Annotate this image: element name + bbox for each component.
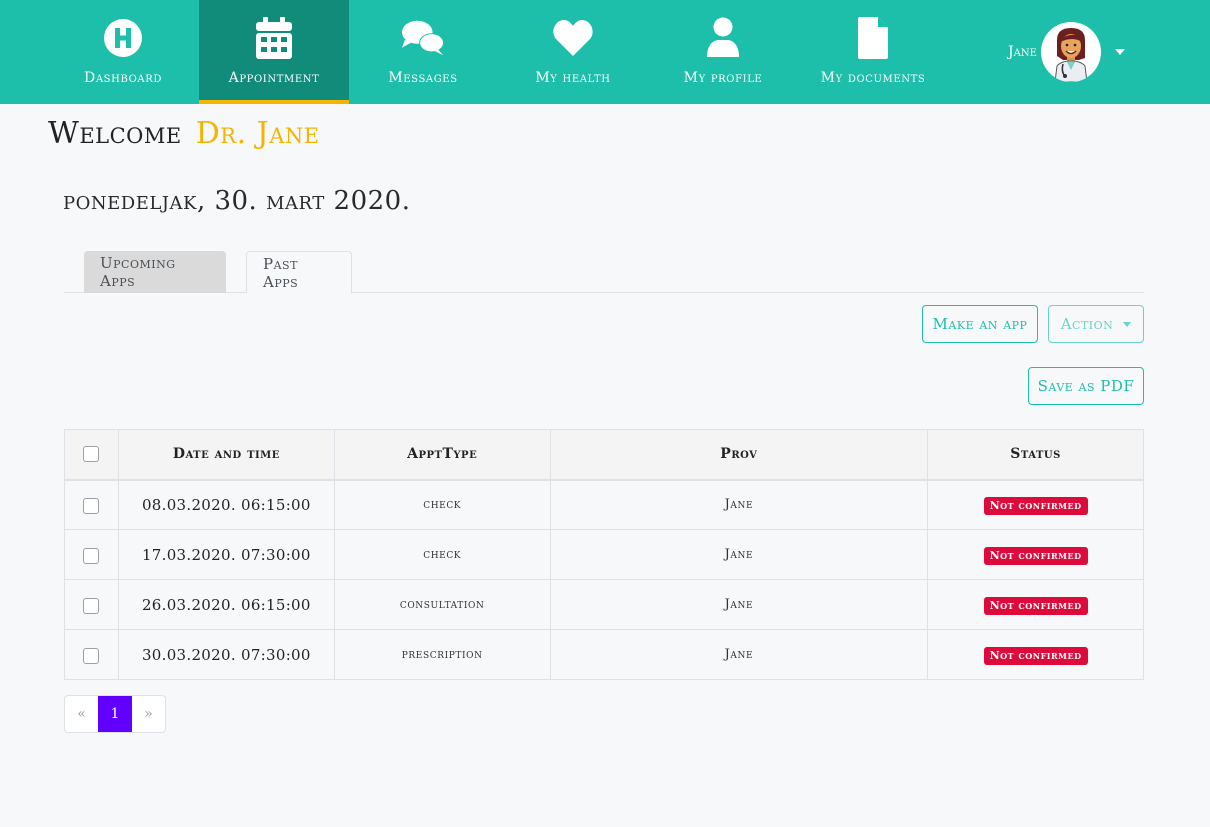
avatar bbox=[1040, 22, 1101, 82]
cell-prov: Jane bbox=[549, 529, 929, 580]
table-row[interactable]: 26.03.2020. 06:15:00 consultation Jane N… bbox=[64, 579, 1144, 630]
current-date: ponedeljak, 30. mart 2020. bbox=[63, 186, 411, 216]
pagination: « 1 » bbox=[64, 695, 166, 733]
cell-status: Not confirmed bbox=[927, 529, 1144, 580]
row-select-cell bbox=[64, 579, 119, 630]
table-row[interactable]: 08.03.2020. 06:15:00 check Jane Not conf… bbox=[64, 479, 1144, 530]
user-name: Jane bbox=[1008, 44, 1037, 60]
nav-label: Messages bbox=[388, 70, 458, 86]
appointment-tabs: Upcoming Apps Past Apps bbox=[64, 251, 1144, 294]
cell-type: consultation bbox=[333, 579, 551, 630]
table-header-row: Date and time ApptType Prov Status bbox=[64, 429, 1144, 481]
row-checkbox[interactable] bbox=[83, 547, 100, 564]
welcome-heading: Welcome Dr. Jane bbox=[48, 116, 320, 151]
nav-item-dashboard[interactable]: Dashboard bbox=[48, 0, 198, 104]
cell-type: check bbox=[333, 479, 551, 530]
status-badge: Not confirmed bbox=[983, 597, 1088, 615]
select-all-cell bbox=[64, 429, 119, 481]
table-row[interactable]: 30.03.2020. 07:30:00 prescription Jane N… bbox=[64, 629, 1144, 680]
nav-label: Dashboard bbox=[84, 70, 162, 86]
status-badge: Not confirmed bbox=[983, 497, 1088, 516]
status-badge: Not confirmed bbox=[983, 547, 1088, 565]
chevron-down-icon[interactable] bbox=[1114, 49, 1125, 55]
cell-status: Not confirmed bbox=[927, 629, 1144, 680]
column-header-status[interactable]: Status bbox=[927, 429, 1144, 481]
save-pdf-button[interactable]: Save as PDF bbox=[1028, 367, 1144, 405]
table-row[interactable]: 17.03.2020. 07:30:00 check Jane Not conf… bbox=[64, 529, 1144, 580]
nav-label: My profile bbox=[683, 70, 763, 86]
top-navbar: Dashboard Appointment Messages My health… bbox=[0, 0, 1210, 104]
cell-type: check bbox=[333, 529, 551, 580]
cell-status: Not confirmed bbox=[927, 579, 1144, 630]
calendar-icon bbox=[252, 16, 296, 60]
column-header-date[interactable]: Date and time bbox=[117, 429, 335, 481]
nav-label: My documents bbox=[820, 70, 926, 86]
heart-icon bbox=[551, 16, 595, 60]
nav-item-appointment[interactable]: Appointment bbox=[199, 0, 349, 104]
pagination-prev[interactable]: « bbox=[65, 696, 98, 732]
appointments-table: Date and time ApptType Prov Status 08.03… bbox=[64, 429, 1144, 680]
column-header-prov[interactable]: Prov bbox=[549, 429, 929, 481]
row-checkbox[interactable] bbox=[83, 597, 100, 614]
tab-past-apps[interactable]: Past Apps bbox=[246, 251, 352, 294]
cell-prov: Jane bbox=[549, 629, 929, 680]
cell-prov: Jane bbox=[549, 579, 929, 630]
row-checkbox[interactable] bbox=[83, 497, 100, 514]
pagination-page-1[interactable]: 1 bbox=[98, 696, 132, 732]
row-select-cell bbox=[64, 629, 119, 680]
cell-datetime: 30.03.2020. 07:30:00 bbox=[117, 629, 335, 680]
chat-bubbles-icon bbox=[401, 16, 445, 60]
welcome-text: Welcome bbox=[48, 116, 182, 151]
select-all-checkbox[interactable] bbox=[83, 446, 100, 463]
nav-item-my-documents[interactable]: My documents bbox=[798, 0, 948, 104]
doctor-name: Dr. Jane bbox=[195, 116, 320, 151]
cell-type: prescription bbox=[333, 629, 551, 680]
status-badge: Not confirmed bbox=[983, 647, 1088, 665]
make-app-button[interactable]: Make an app bbox=[922, 305, 1038, 343]
user-icon bbox=[701, 16, 745, 60]
nav-label: My health bbox=[535, 70, 611, 86]
row-checkbox[interactable] bbox=[83, 647, 100, 664]
document-icon bbox=[851, 16, 895, 60]
cell-datetime: 26.03.2020. 06:15:00 bbox=[117, 579, 335, 630]
hospital-icon bbox=[101, 16, 145, 60]
action-label: Action bbox=[1060, 315, 1114, 333]
nav-label: Appointment bbox=[228, 70, 320, 86]
chevron-down-icon bbox=[1123, 321, 1132, 327]
cell-datetime: 08.03.2020. 06:15:00 bbox=[117, 479, 335, 530]
cell-datetime: 17.03.2020. 07:30:00 bbox=[117, 529, 335, 580]
nav-item-messages[interactable]: Messages bbox=[348, 0, 498, 104]
nav-item-my-profile[interactable]: My profile bbox=[648, 0, 798, 104]
cell-prov: Jane bbox=[549, 479, 929, 530]
pagination-next[interactable]: » bbox=[132, 696, 165, 732]
action-dropdown-button[interactable]: Action bbox=[1048, 305, 1144, 343]
cell-status: Not confirmed bbox=[927, 479, 1144, 530]
user-menu[interactable]: Jane bbox=[1000, 20, 1125, 84]
tab-upcoming-apps[interactable]: Upcoming Apps bbox=[84, 251, 226, 293]
row-select-cell bbox=[64, 479, 119, 530]
nav-item-my-health[interactable]: My health bbox=[498, 0, 648, 104]
row-select-cell bbox=[64, 529, 119, 580]
column-header-type[interactable]: ApptType bbox=[333, 429, 551, 481]
